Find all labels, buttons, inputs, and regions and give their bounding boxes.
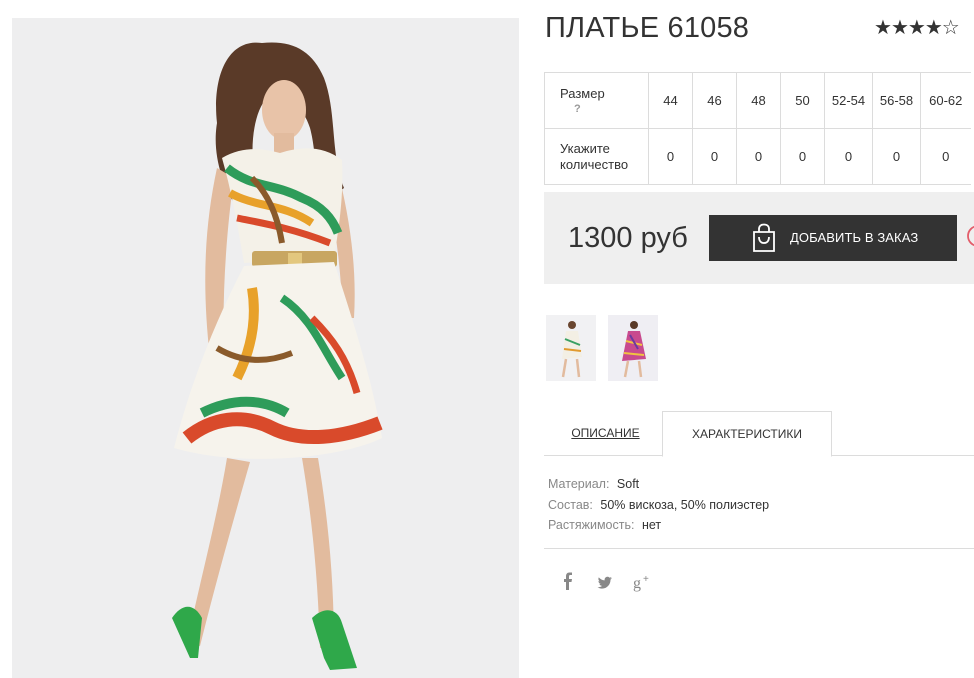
price: 1300 руб bbox=[568, 222, 688, 254]
quantity-input[interactable]: 0 bbox=[692, 128, 737, 185]
spec-value: 50% вискоза, 50% полиэстер bbox=[600, 497, 770, 512]
spec-row: Материал: Soft bbox=[548, 474, 769, 495]
quantity-row-label: Укажите количество bbox=[544, 128, 649, 185]
star-icon: ★ bbox=[874, 17, 892, 39]
quantity-input[interactable]: 0 bbox=[920, 128, 971, 185]
add-to-order-label: ДОБАВИТЬ В ЗАКАЗ bbox=[790, 230, 919, 245]
size-row: Размер ? 44 46 48 50 52-54 56-58 60-62 bbox=[544, 72, 971, 129]
size-help-icon[interactable]: ? bbox=[560, 102, 648, 116]
twitter-icon[interactable] bbox=[597, 572, 613, 592]
size-cell: 50 bbox=[780, 72, 825, 129]
star-outline-icon: ☆ bbox=[941, 17, 960, 39]
spec-key: Материал: bbox=[548, 477, 610, 491]
size-cell: 48 bbox=[736, 72, 781, 129]
size-row-label: Размер ? bbox=[544, 72, 649, 129]
spec-key: Состав: bbox=[548, 497, 593, 512]
svg-text:+: + bbox=[643, 574, 649, 585]
quantity-input[interactable]: 0 bbox=[872, 128, 921, 185]
svg-text:g: g bbox=[633, 575, 641, 592]
spec-value: нет bbox=[641, 518, 662, 532]
google-plus-icon[interactable]: g + bbox=[633, 572, 653, 592]
facebook-icon[interactable] bbox=[562, 572, 574, 592]
quantity-input[interactable]: 0 bbox=[780, 128, 825, 185]
add-to-order-button[interactable]: ДОБАВИТЬ В ЗАКАЗ bbox=[709, 215, 957, 261]
spec-row: Растяжимость: нет bbox=[548, 515, 769, 536]
size-cell: 52-54 bbox=[824, 72, 873, 129]
quantity-row: Укажите количество 0 0 0 0 0 0 0 bbox=[544, 128, 971, 185]
star-icon: ★ bbox=[907, 17, 926, 39]
product-thumbnail[interactable] bbox=[608, 315, 658, 381]
size-table: Размер ? 44 46 48 50 52-54 56-58 60-62 У… bbox=[544, 72, 971, 185]
tab-description[interactable]: ОПИСАНИЕ bbox=[559, 411, 652, 456]
wishlist-heart-icon[interactable] bbox=[967, 225, 974, 252]
shopping-bag-icon bbox=[751, 223, 777, 256]
size-cell: 46 bbox=[692, 72, 737, 129]
quantity-input[interactable]: 0 bbox=[824, 128, 873, 185]
size-cell: 56-58 bbox=[872, 72, 921, 129]
size-cell: 60-62 bbox=[920, 72, 971, 129]
size-cell: 44 bbox=[648, 72, 693, 129]
quantity-input[interactable]: 0 bbox=[648, 128, 693, 185]
tab-characteristics[interactable]: ХАРАКТЕРИСТИКИ bbox=[662, 411, 832, 457]
product-title: ПЛАТЬЕ 61058 bbox=[545, 12, 750, 44]
star-icon: ★ bbox=[890, 17, 909, 39]
product-rating: ★★★★☆ bbox=[874, 17, 960, 39]
size-label: Размер bbox=[560, 85, 605, 101]
star-icon: ★ bbox=[924, 17, 943, 39]
characteristics-list: Материал: Soft Состав: 50% вискоза, 50% … bbox=[548, 474, 769, 536]
spec-row: Состав: 50% вискоза, 50% полиэстер bbox=[548, 495, 769, 516]
product-thumbnail[interactable] bbox=[546, 315, 596, 381]
buy-box: 1300 руб ДОБАВИТЬ В ЗАКАЗ bbox=[544, 192, 974, 284]
quantity-input[interactable]: 0 bbox=[736, 128, 781, 185]
product-main-photo[interactable] bbox=[12, 18, 519, 678]
spec-key: Растяжимость: bbox=[548, 518, 635, 532]
spec-value: Soft bbox=[616, 477, 640, 491]
divider bbox=[544, 548, 974, 549]
product-tabs: ОПИСАНИЕ ХАРАКТЕРИСТИКИ bbox=[544, 411, 974, 457]
